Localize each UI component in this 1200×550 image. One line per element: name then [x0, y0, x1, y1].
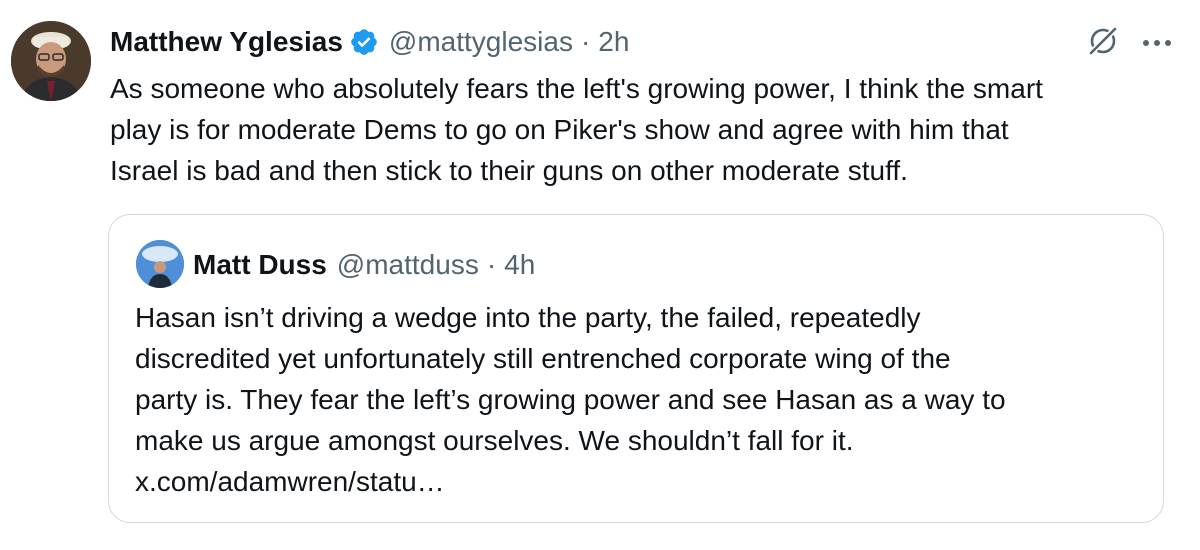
quoted-tweet-text: Hasan isn’t driving a wedge into the par…: [135, 302, 1006, 497]
quoted-tweet[interactable]: Matt Duss @mattduss · 4h Hasan isn’t dri…: [108, 214, 1164, 523]
tweet-actions: [1086, 24, 1172, 63]
grok-icon[interactable]: [1086, 24, 1120, 63]
quoted-timestamp[interactable]: 4h: [504, 249, 535, 281]
more-icon[interactable]: [1142, 35, 1172, 53]
quoted-author-name[interactable]: Matt Duss: [193, 249, 327, 281]
author-handle[interactable]: @mattyglesias: [389, 26, 573, 58]
tweet-header: Matthew Yglesias @mattyglesias · 2h: [110, 22, 629, 62]
quoted-tweet-header: Matt Duss @mattduss · 4h: [193, 245, 535, 285]
author-avatar[interactable]: [11, 21, 91, 101]
quoted-author-handle[interactable]: @mattduss: [337, 249, 479, 281]
quoted-author-avatar[interactable]: [136, 240, 184, 288]
tweet[interactable]: Matthew Yglesias @mattyglesias · 2h As s…: [0, 0, 1200, 550]
tweet-text: As someone who absolutely fears the left…: [110, 73, 1043, 186]
author-name[interactable]: Matthew Yglesias: [110, 26, 343, 58]
tweet-timestamp[interactable]: 2h: [598, 26, 629, 58]
quoted-separator-dot: ·: [486, 249, 497, 280]
verified-badge-icon: [349, 27, 379, 57]
separator-dot: ·: [580, 26, 591, 57]
